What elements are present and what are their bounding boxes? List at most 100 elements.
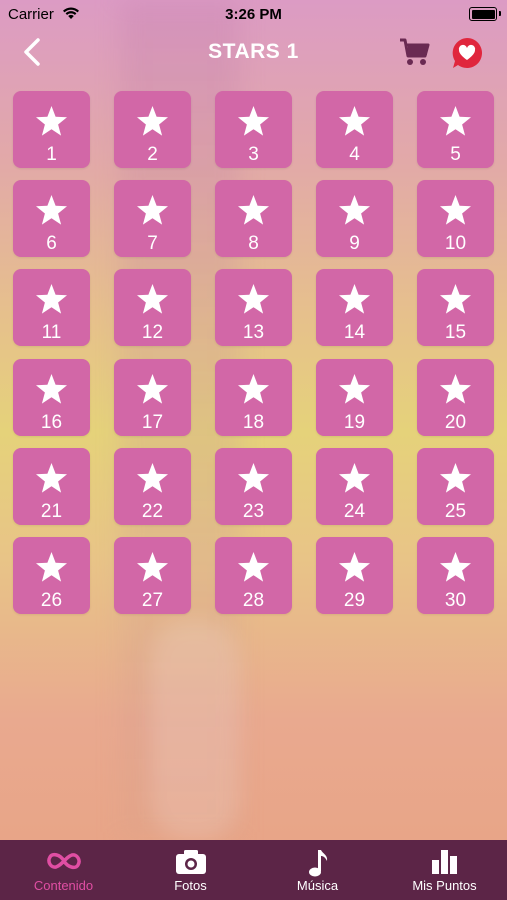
star-tile[interactable]: 23 (215, 447, 292, 525)
star-tile[interactable]: 3 (215, 91, 292, 168)
tab-label: Contenido (33, 878, 94, 893)
star-tile[interactable]: 16 (13, 358, 90, 436)
star-number: 10 (444, 233, 467, 255)
tab-mis-puntos[interactable]: Mis Puntos (381, 840, 507, 900)
star-icon (36, 284, 67, 314)
star-tile[interactable]: 7 (114, 180, 191, 258)
star-number: 3 (248, 144, 259, 165)
star-tile[interactable]: 5 (417, 91, 494, 168)
star-icon (36, 106, 67, 136)
camera-icon (127, 848, 254, 878)
star-number: 19 (343, 411, 366, 433)
star-icon (440, 195, 471, 225)
bar-chart-icon (381, 848, 507, 878)
battery-icon (469, 7, 501, 21)
star-icon (238, 195, 269, 225)
star-number: 11 (41, 322, 62, 344)
star-number: 8 (248, 233, 259, 255)
star-number: 13 (242, 322, 265, 344)
star-tile[interactable]: 9 (316, 180, 393, 258)
star-tile[interactable]: 20 (417, 358, 494, 436)
tab-label: Música (296, 878, 339, 893)
star-tile[interactable]: 10 (417, 180, 494, 258)
star-number: 16 (40, 411, 63, 433)
star-tile[interactable]: 21 (13, 447, 90, 525)
tab-label: Mis Puntos (412, 878, 477, 893)
star-tile[interactable]: 19 (316, 358, 393, 436)
star-icon (238, 552, 269, 582)
star-number: 18 (242, 411, 265, 433)
star-icon (238, 462, 269, 493)
star-tile[interactable]: 30 (417, 537, 494, 614)
star-number: 29 (343, 590, 366, 611)
tab-musica[interactable]: Música (254, 840, 381, 900)
star-tile[interactable]: 14 (316, 269, 393, 347)
star-number: 15 (444, 322, 467, 344)
star-tile[interactable]: 26 (13, 537, 90, 614)
star-tile[interactable]: 17 (114, 358, 191, 436)
star-number: 25 (444, 500, 467, 522)
star-tile[interactable]: 6 (13, 180, 90, 258)
star-icon (137, 284, 168, 314)
tab-fotos[interactable]: Fotos (127, 840, 254, 900)
star-tile[interactable]: 12 (114, 269, 191, 347)
star-number: 14 (343, 322, 366, 344)
star-tile[interactable]: 11 (13, 269, 90, 347)
star-tile[interactable]: 25 (417, 447, 494, 525)
status-bar: Carrier 3:26 PM (0, 0, 507, 28)
star-tile[interactable]: 27 (114, 537, 191, 614)
star-number: 24 (343, 500, 366, 522)
star-number: 17 (141, 411, 164, 433)
tab-contenido[interactable]: Contenido (0, 840, 127, 900)
star-tile[interactable]: 22 (114, 447, 191, 525)
star-tile[interactable]: 8 (215, 180, 292, 258)
star-tile[interactable]: 15 (417, 269, 494, 347)
heart-badge-icon[interactable] (450, 36, 484, 70)
star-number: 2 (147, 144, 158, 165)
star-icon (137, 106, 168, 136)
star-icon (36, 195, 67, 225)
tab-bar: Contenido Fotos Música Mis Puntos (0, 840, 507, 900)
star-number: 30 (444, 590, 467, 611)
star-icon (339, 373, 370, 404)
star-tile[interactable]: 24 (316, 447, 393, 525)
star-icon (339, 106, 370, 136)
star-number: 4 (349, 144, 360, 165)
star-icon (440, 552, 471, 582)
star-tile[interactable]: 28 (215, 537, 292, 614)
star-number: 27 (141, 590, 164, 611)
star-number: 1 (46, 144, 57, 165)
star-icon (137, 373, 168, 404)
star-icon (238, 373, 269, 404)
star-number: 22 (141, 500, 164, 522)
star-number: 5 (450, 144, 461, 165)
star-icon (339, 284, 370, 314)
clock: 3:26 PM (225, 6, 282, 23)
background-blur (150, 620, 240, 840)
cart-icon[interactable] (398, 36, 432, 68)
star-icon (137, 552, 168, 582)
star-tile[interactable]: 1 (13, 91, 90, 168)
star-number: 12 (141, 322, 164, 344)
star-number: 20 (444, 411, 467, 433)
star-number: 21 (40, 500, 63, 522)
star-icon (440, 373, 471, 404)
tab-label: Fotos (174, 878, 207, 893)
star-number: 23 (242, 500, 265, 522)
star-icon (36, 462, 67, 493)
star-tile[interactable]: 18 (215, 358, 292, 436)
star-tile[interactable]: 4 (316, 91, 393, 168)
star-icon (36, 552, 67, 582)
star-icon (36, 373, 67, 404)
star-icon (238, 106, 269, 136)
star-tile[interactable]: 29 (316, 537, 393, 614)
star-number: 7 (147, 233, 158, 255)
star-icon (238, 284, 269, 314)
star-icon (339, 195, 370, 225)
music-note-icon (254, 848, 381, 878)
star-number: 6 (46, 233, 57, 255)
star-icon (339, 462, 370, 493)
star-tile[interactable]: 2 (114, 91, 191, 168)
star-tile[interactable]: 13 (215, 269, 292, 347)
star-number: 28 (242, 590, 265, 611)
